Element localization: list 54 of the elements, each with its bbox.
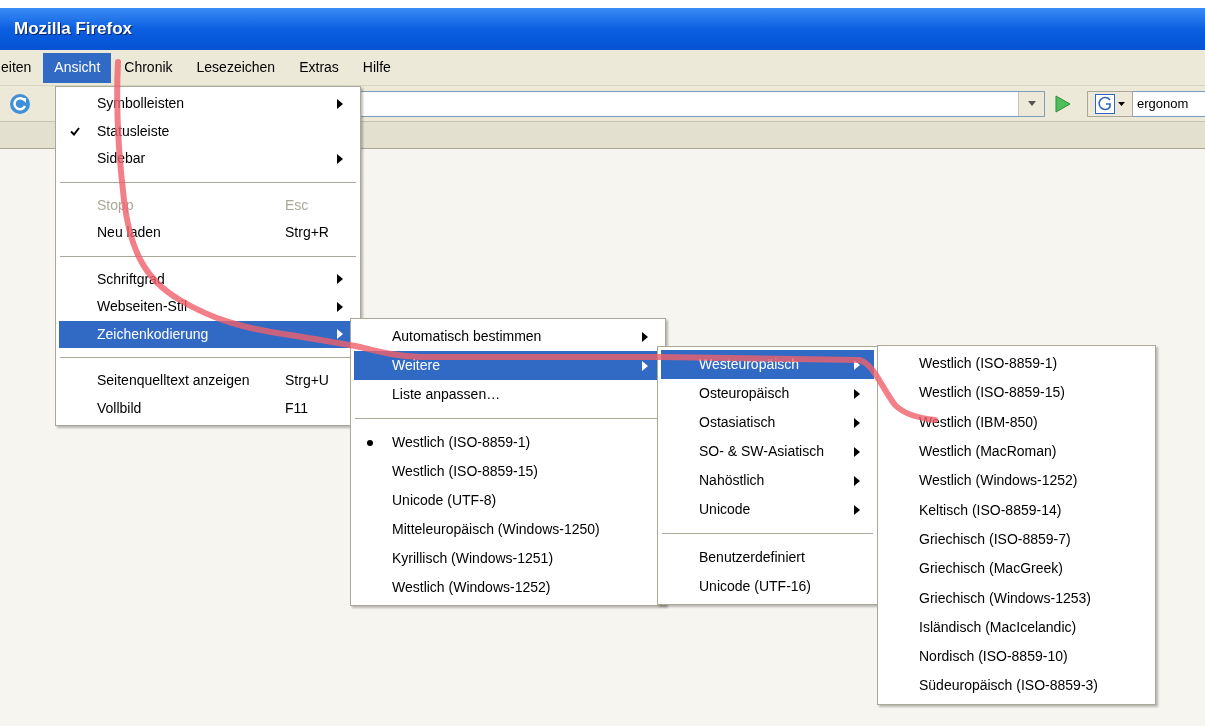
menu-bar-item[interactable]: Extras	[288, 52, 350, 83]
menu-item[interactable]: Westlich (ISO-8859-15)	[881, 378, 1152, 408]
search-field[interactable]: ergonom	[1133, 90, 1205, 117]
submenu-arrow-icon	[642, 360, 648, 371]
menu-item[interactable]: Keltisch (ISO-8859-14)	[881, 495, 1152, 525]
submenu-arrow-icon	[337, 153, 343, 164]
submenu-arrow-icon	[854, 475, 860, 486]
checkmark-icon	[70, 126, 80, 136]
menu-item[interactable]: Isländisch (MacIcelandic)	[881, 612, 1152, 642]
window-title: Mozilla Firefox	[14, 18, 133, 41]
menu-item[interactable]: Symbolleisten	[59, 90, 357, 118]
menu-item[interactable]: Nahöstlich	[661, 466, 874, 495]
menu-item[interactable]: Griechisch (ISO-8859-7)	[881, 524, 1152, 555]
menu-item[interactable]: Statusleiste	[59, 117, 357, 145]
reload-icon[interactable]	[8, 91, 32, 116]
menu-bar-item[interactable]: Lesezeichen	[185, 52, 287, 83]
menu-item[interactable]: Westlich (Windows-1252)	[881, 466, 1152, 496]
menu-item[interactable]: Nordisch (ISO-8859-10)	[881, 641, 1152, 672]
submenu-arrow-icon	[854, 446, 860, 457]
menu-item[interactable]: Benutzerdefiniert	[661, 543, 874, 572]
menu-bar-item[interactable]: Chronik	[113, 52, 184, 83]
menu-bar-item[interactable]: Hilfe	[351, 52, 402, 83]
menu-item[interactable]: Südeuropäisch (ISO-8859-3)	[881, 671, 1152, 701]
submenu-arrow-icon	[337, 274, 343, 285]
bullet-icon	[367, 439, 373, 446]
submenu-arrow-icon	[337, 329, 343, 340]
menu-item[interactable]: SO- & SW-Asiatisch	[661, 437, 874, 466]
menu-item[interactable]: Osteuropäisch	[661, 379, 874, 408]
menu-item[interactable]: Ostasiatisch	[661, 408, 874, 437]
search-engine-icon	[1095, 93, 1115, 114]
menu-item[interactable]: Griechisch (MacGreek)	[881, 554, 1152, 584]
submenu-arrow-icon	[854, 504, 860, 515]
submenu-arrow-icon	[854, 388, 860, 399]
dropdown-icon[interactable]	[1118, 101, 1125, 106]
submenu-arrow-icon	[642, 331, 648, 342]
menu-item[interactable]: Westlich (IBM-850)	[881, 407, 1152, 437]
go-icon[interactable]	[1055, 94, 1071, 113]
menu-bar-item[interactable]: eiten	[0, 52, 44, 83]
dropdown-icon[interactable]	[1027, 101, 1036, 106]
menu-item[interactable]: Westlich (MacRoman)	[881, 436, 1152, 467]
menu-item[interactable]: Unicode	[661, 495, 874, 524]
menu-item[interactable]: Schriftgrad	[59, 265, 357, 293]
submenu-arrow-icon	[337, 301, 343, 312]
menu-bar-item[interactable]: Ansicht	[43, 52, 112, 83]
menu-item[interactable]: Automatisch bestimmen	[354, 322, 662, 351]
menu-item[interactable]: Sidebar	[59, 145, 357, 173]
menu-item[interactable]: Westlich (ISO-8859-1)	[881, 349, 1152, 379]
search-engine-button[interactable]	[1087, 90, 1133, 117]
menu-item[interactable]: Griechisch (Windows-1253)	[881, 583, 1152, 613]
submenu-arrow-icon	[337, 98, 343, 109]
menu-item[interactable]: Webseiten-Stil	[59, 293, 357, 321]
menu-item[interactable]: Unicode (UTF-16)	[661, 572, 874, 601]
menu-item[interactable]: Neu laden Strg+R	[59, 219, 357, 247]
submenu-arrow-icon	[854, 417, 860, 428]
